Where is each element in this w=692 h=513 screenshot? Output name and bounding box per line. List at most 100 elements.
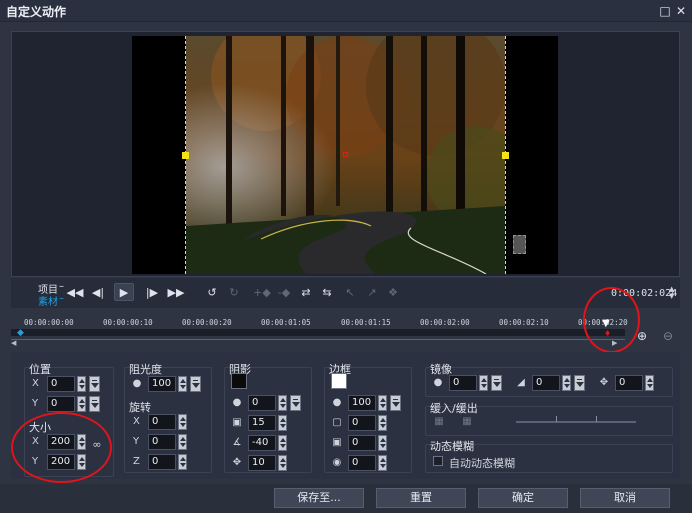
shadow-distance-input[interactable]: 10 <box>248 455 276 471</box>
move-keyframe-left-icon[interactable]: ↖ <box>340 284 360 302</box>
go-to-start-icon[interactable]: ◀◀ <box>65 284 85 302</box>
remove-keyframe-icon[interactable]: -◆ <box>274 284 294 302</box>
move-keyframe-right-icon[interactable]: ↗ <box>362 284 382 302</box>
rotation-y-spinner[interactable] <box>178 434 187 450</box>
timeline-tick: 00:00:00:10 <box>103 318 153 327</box>
shadow-angle-input[interactable]: -40 <box>248 435 276 451</box>
border-blur-input[interactable]: 0 <box>348 435 376 451</box>
rotation-x-spinner[interactable] <box>178 414 187 430</box>
shadow-opacity-spinner[interactable] <box>278 395 287 411</box>
rotation-z-input[interactable]: 0 <box>148 454 176 470</box>
rotation-x-label: X <box>133 416 140 427</box>
shadow-handle[interactable] <box>513 235 526 254</box>
opacity-heading: 阻光度 <box>129 363 162 376</box>
auto-motion-blur-checkbox[interactable] <box>433 456 443 466</box>
border-opacity-input[interactable]: 100 <box>348 395 376 411</box>
opacity-input[interactable]: 100 <box>148 376 176 392</box>
border-blur-spinner[interactable] <box>378 435 387 451</box>
ease-slider-tick <box>556 416 557 422</box>
shadow-angle-icon: ∡ <box>232 437 242 448</box>
center-point-handle[interactable] <box>343 152 348 157</box>
ease-out-icon[interactable]: ▦ <box>461 416 473 428</box>
mirror-opacity-spinner[interactable] <box>479 375 488 391</box>
reset-button[interactable]: 重置 <box>376 488 466 508</box>
shadow-angle-spinner[interactable] <box>278 435 287 451</box>
redo-icon[interactable]: ↻ <box>224 284 244 302</box>
shadow-color-swatch[interactable] <box>231 373 247 389</box>
mirror-fade-menu[interactable] <box>574 375 585 391</box>
position-heading: 位置 <box>29 363 51 376</box>
ease-slider[interactable] <box>516 421 636 423</box>
position-y-spinner[interactable] <box>77 396 86 412</box>
motion-blur-heading: 动态模糊 <box>430 440 474 453</box>
shadow-distance-spinner[interactable] <box>278 455 287 471</box>
rotation-z-label: Z <box>133 456 140 467</box>
border-softness-spinner[interactable] <box>378 455 387 471</box>
shadow-opacity-icon: ● <box>232 397 242 408</box>
rotation-y-input[interactable]: 0 <box>148 434 176 450</box>
rotation-x-input[interactable]: 0 <box>148 414 176 430</box>
position-x-menu[interactable] <box>89 376 100 392</box>
zoom-in-icon[interactable]: ⊕ <box>637 329 647 343</box>
undo-icon[interactable]: ↺ <box>202 284 222 302</box>
window-title: 自定义动作 <box>6 5 67 19</box>
rotation-z-spinner[interactable] <box>178 454 187 470</box>
shadow-distance-icon: ✥ <box>232 457 242 468</box>
keyframe-track[interactable] <box>11 329 625 336</box>
border-width-spinner[interactable] <box>378 415 387 431</box>
shadow-blur-spinner[interactable] <box>278 415 287 431</box>
clip-mode-label[interactable]: 素材 <box>38 293 58 308</box>
reverse-keyframe-icon[interactable]: ⇄ <box>296 284 316 302</box>
swap-keyframe-icon[interactable]: ⇆ <box>317 284 337 302</box>
ok-button[interactable]: 确定 <box>478 488 568 508</box>
next-frame-icon[interactable]: |▶ <box>142 284 162 302</box>
title-bar[interactable]: 自定义动作 □ ✕ <box>0 0 692 22</box>
annotation-circle-size <box>11 412 112 483</box>
scroll-left-icon[interactable]: ◀ <box>11 339 16 347</box>
position-x-spinner[interactable] <box>77 376 86 392</box>
zoom-out-icon[interactable]: ⊖ <box>663 329 673 343</box>
position-x-input[interactable]: 0 <box>47 376 75 392</box>
position-y-menu[interactable] <box>89 396 100 412</box>
maximize-icon[interactable]: □ <box>657 3 673 19</box>
mirror-opacity-input[interactable]: 0 <box>449 375 477 391</box>
cancel-button[interactable]: 取消 <box>580 488 670 508</box>
prev-frame-icon[interactable]: ◀| <box>88 284 108 302</box>
mirror-opacity-menu[interactable] <box>491 375 502 391</box>
add-keyframe-icon[interactable]: +◆ <box>252 284 272 302</box>
border-opacity-menu[interactable] <box>390 395 401 411</box>
timecode-spinner[interactable]: ▲ ▼ <box>669 286 677 300</box>
start-keyframe-icon[interactable]: ◆ <box>17 328 24 338</box>
border-color-swatch[interactable] <box>331 373 347 389</box>
opacity-icon: ● <box>132 378 142 389</box>
go-to-end-icon[interactable]: ▶▶ <box>166 284 186 302</box>
border-softness-input[interactable]: 0 <box>348 455 376 471</box>
mirror-fade-input[interactable]: 0 <box>532 375 560 391</box>
rotation-heading: 旋转 <box>129 401 151 414</box>
ease-in-icon[interactable]: ▦ <box>433 416 445 428</box>
resize-handle-left[interactable] <box>182 152 189 159</box>
timeline-tick: 00:00:02:10 <box>499 318 549 327</box>
opacity-menu[interactable] <box>190 376 201 392</box>
copy-keyframe-icon[interactable]: ❖ <box>383 284 403 302</box>
shadow-opacity-menu[interactable] <box>290 395 301 411</box>
custom-motion-dialog: 自定义动作 □ ✕ 项目 – 素材 – ◀◀ ◀| ▶ |▶ ▶▶ ↺ ↻ +◆… <box>0 0 692 513</box>
mirror-opacity-icon: ● <box>433 377 443 388</box>
ease-heading: 缓入/缓出 <box>430 402 478 415</box>
ease-slider-tick <box>596 416 597 422</box>
opacity-spinner[interactable] <box>178 376 187 392</box>
mirror-offset-input[interactable]: 0 <box>615 375 643 391</box>
close-icon[interactable]: ✕ <box>673 3 689 19</box>
position-y-input[interactable]: 0 <box>47 396 75 412</box>
mirror-offset-spinner[interactable] <box>645 375 654 391</box>
timeline-tick: 00:00:02:00 <box>420 318 470 327</box>
resize-handle-right[interactable] <box>502 152 509 159</box>
border-width-input[interactable]: 0 <box>348 415 376 431</box>
mirror-fade-spinner[interactable] <box>562 375 571 391</box>
shadow-blur-input[interactable]: 15 <box>248 415 276 431</box>
save-as-button[interactable]: 保存至... <box>274 488 364 508</box>
mirror-fade-icon: ◢ <box>517 377 525 388</box>
play-icon[interactable]: ▶ <box>114 283 134 301</box>
border-opacity-spinner[interactable] <box>378 395 387 411</box>
shadow-opacity-input[interactable]: 0 <box>248 395 276 411</box>
